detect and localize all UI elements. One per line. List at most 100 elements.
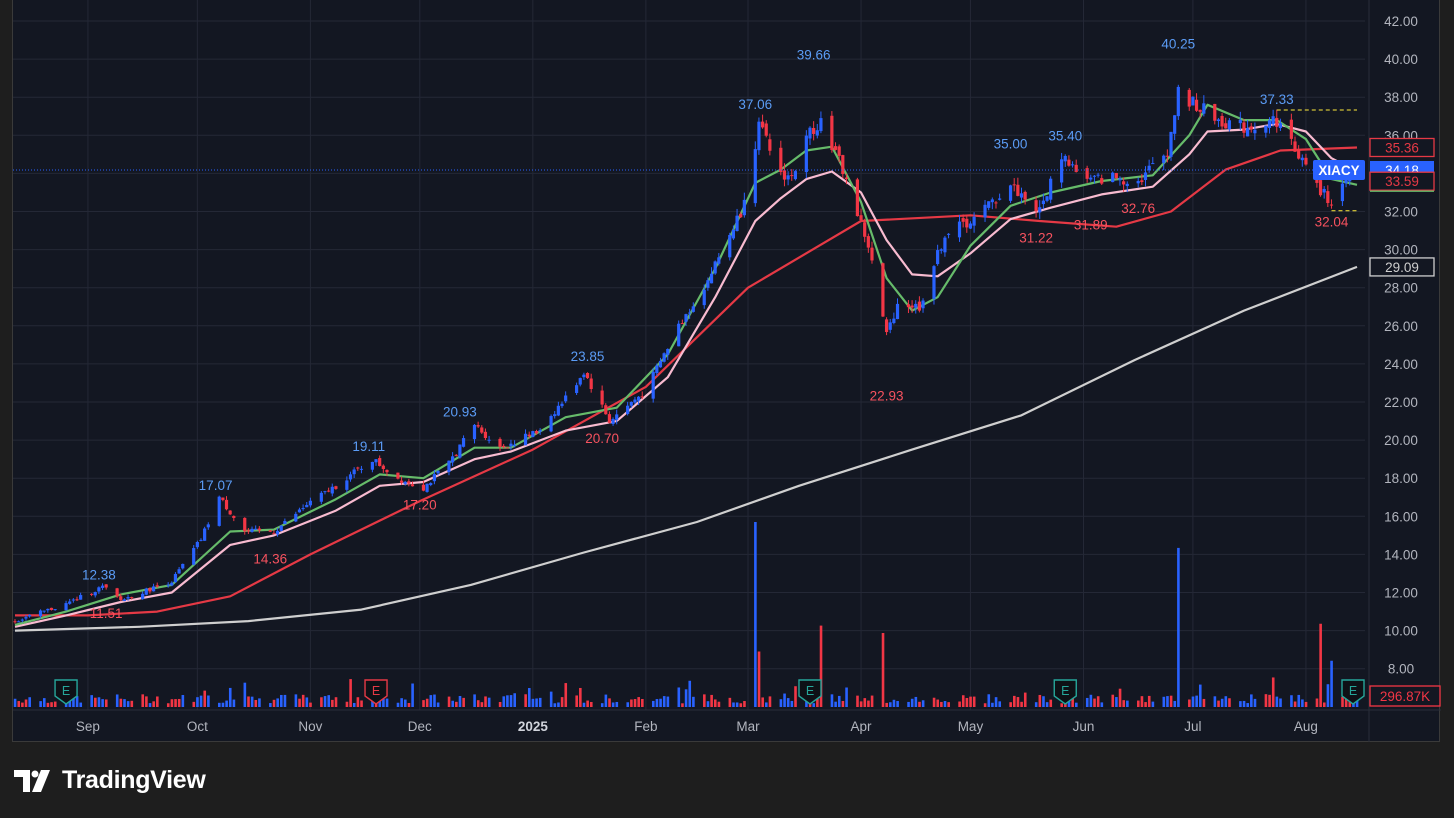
candle-body[interactable] bbox=[297, 509, 302, 513]
candle-body[interactable] bbox=[451, 456, 455, 463]
candle-body[interactable] bbox=[779, 147, 783, 173]
candle-body[interactable] bbox=[1322, 188, 1326, 193]
candle-body[interactable] bbox=[1008, 185, 1013, 201]
candle-body[interactable] bbox=[1326, 191, 1330, 204]
candle-body[interactable] bbox=[1242, 122, 1246, 133]
candle-body[interactable] bbox=[983, 204, 987, 218]
candle-body[interactable] bbox=[385, 469, 389, 473]
candle-body[interactable] bbox=[93, 592, 97, 596]
candle-body[interactable] bbox=[1278, 123, 1283, 129]
candle-body[interactable] bbox=[1089, 177, 1093, 180]
candle-body[interactable] bbox=[556, 405, 560, 416]
candle-body[interactable] bbox=[808, 127, 812, 139]
candle-body[interactable] bbox=[1224, 123, 1228, 129]
candle-body[interactable] bbox=[702, 289, 706, 306]
candle-body[interactable] bbox=[939, 249, 943, 251]
candle-body[interactable] bbox=[126, 597, 130, 599]
candle-body[interactable] bbox=[812, 128, 816, 134]
candle-body[interactable] bbox=[472, 424, 477, 440]
candle-body[interactable] bbox=[250, 528, 254, 532]
candle-body[interactable] bbox=[713, 261, 717, 274]
candle-body[interactable] bbox=[359, 468, 364, 470]
candle-body[interactable] bbox=[1238, 119, 1242, 124]
branding[interactable]: TradingView bbox=[14, 766, 206, 795]
candle-body[interactable] bbox=[884, 319, 889, 333]
candle-body[interactable] bbox=[458, 444, 462, 458]
candle-body[interactable] bbox=[523, 433, 528, 446]
candle-body[interactable] bbox=[709, 273, 714, 284]
candle-body[interactable] bbox=[195, 541, 199, 548]
candle-body[interactable] bbox=[855, 179, 859, 217]
candle-body[interactable] bbox=[651, 371, 655, 399]
candle-body[interactable] bbox=[68, 601, 72, 604]
candle-body[interactable] bbox=[753, 149, 757, 204]
candle-body[interactable] bbox=[859, 215, 863, 221]
price-scale-label[interactable]: 33.59 bbox=[1369, 171, 1435, 192]
volume-value-label[interactable]: 296.87K bbox=[1369, 685, 1441, 707]
candle-body[interactable] bbox=[272, 533, 276, 535]
candle-body[interactable] bbox=[53, 609, 57, 611]
candle-body[interactable] bbox=[914, 303, 918, 308]
candle-body[interactable] bbox=[972, 216, 976, 226]
candle-body[interactable] bbox=[764, 123, 768, 136]
candle-body[interactable] bbox=[1300, 157, 1304, 161]
candle-body[interactable] bbox=[49, 607, 54, 610]
candle-body[interactable] bbox=[633, 399, 637, 403]
candle-body[interactable] bbox=[319, 492, 323, 502]
candle-body[interactable] bbox=[1267, 120, 1272, 128]
candle-body[interactable] bbox=[1122, 181, 1126, 185]
candle-body[interactable] bbox=[1111, 172, 1115, 183]
candle-body[interactable] bbox=[1114, 173, 1118, 179]
candle-body[interactable] bbox=[71, 599, 75, 601]
candle-body[interactable] bbox=[611, 419, 615, 424]
candle-body[interactable] bbox=[1289, 119, 1293, 139]
candle-body[interactable] bbox=[688, 312, 692, 314]
candle-body[interactable] bbox=[946, 233, 951, 235]
candle-body[interactable] bbox=[89, 593, 94, 595]
candle-body[interactable] bbox=[425, 483, 429, 492]
candle-body[interactable] bbox=[615, 414, 619, 420]
moving-average-line[interactable] bbox=[14, 122, 1358, 628]
candle-body[interactable] bbox=[268, 530, 272, 532]
candle-body[interactable] bbox=[1202, 103, 1206, 114]
candle-body[interactable] bbox=[24, 617, 28, 619]
candle-body[interactable] bbox=[585, 372, 590, 379]
candle-body[interactable] bbox=[257, 528, 261, 531]
candle-body[interactable] bbox=[1194, 99, 1199, 111]
candle-body[interactable] bbox=[144, 588, 148, 595]
candle-body[interactable] bbox=[279, 525, 283, 531]
candle-body[interactable] bbox=[381, 465, 385, 470]
candle-body[interactable] bbox=[866, 236, 870, 248]
candle-body[interactable] bbox=[957, 221, 962, 238]
candle-body[interactable] bbox=[1067, 159, 1071, 166]
candle-body[interactable] bbox=[994, 202, 998, 204]
candle-body[interactable] bbox=[760, 121, 765, 128]
candle-body[interactable] bbox=[370, 461, 374, 470]
candle-body[interactable] bbox=[224, 499, 229, 510]
candle-body[interactable] bbox=[921, 300, 925, 309]
candle-body[interactable] bbox=[432, 474, 436, 482]
candle-body[interactable] bbox=[768, 139, 772, 151]
candle-body[interactable] bbox=[1034, 200, 1038, 212]
candle-body[interactable] bbox=[870, 247, 874, 261]
candle-body[interactable] bbox=[275, 530, 280, 535]
candle-body[interactable] bbox=[1176, 86, 1180, 117]
candle-body[interactable] bbox=[20, 619, 24, 621]
candle-body[interactable] bbox=[301, 508, 305, 510]
candle-body[interactable] bbox=[1318, 180, 1323, 196]
candle-body[interactable] bbox=[480, 427, 484, 433]
candle-body[interactable] bbox=[1162, 155, 1166, 163]
chart-panel[interactable]: 12.38 17.07 19.11 20.93 23.85 37.06 39.66 35.00… bbox=[12, 0, 1441, 742]
candle-body[interactable] bbox=[987, 201, 991, 208]
candle-body[interactable] bbox=[155, 585, 159, 587]
candle-body[interactable] bbox=[666, 349, 670, 355]
candle-body[interactable] bbox=[228, 510, 232, 515]
candle-body[interactable] bbox=[177, 569, 181, 574]
candle-body[interactable] bbox=[757, 121, 761, 151]
price-scale-label[interactable]: 35.36 bbox=[1369, 137, 1435, 158]
candle-body[interactable] bbox=[27, 614, 32, 617]
candle-body[interactable] bbox=[917, 301, 921, 311]
candle-body[interactable] bbox=[243, 517, 247, 532]
candle-body[interactable] bbox=[932, 266, 936, 299]
candle-body[interactable] bbox=[181, 563, 185, 569]
